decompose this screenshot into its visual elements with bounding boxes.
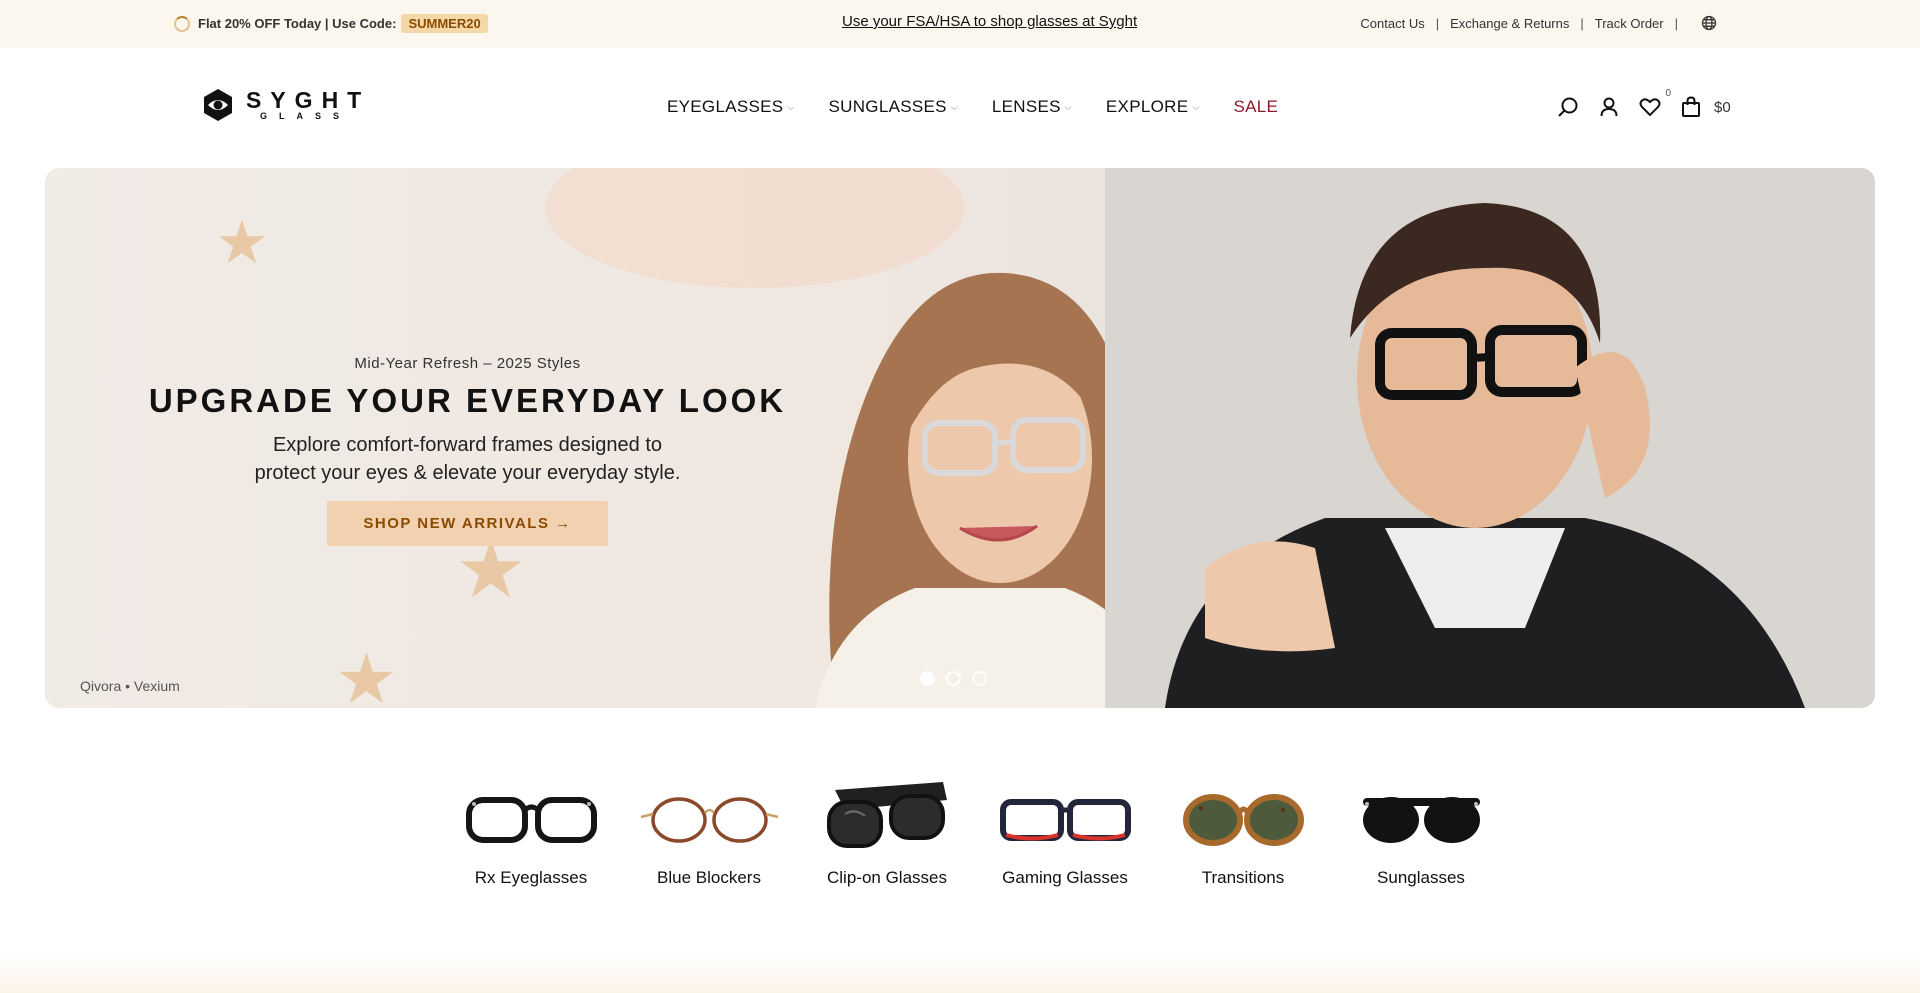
category-row: Rx Eyeglasses Blue Blockers Clip-on Glas… (442, 780, 1510, 888)
category-gaming-glasses[interactable]: Gaming Glasses (976, 780, 1154, 888)
nav-label: LENSES (991, 97, 1061, 116)
nav-sunglasses[interactable]: SUNGLASSES ⌵ (829, 97, 958, 117)
category-blue-blockers[interactable]: Blue Blockers (620, 780, 798, 888)
nav-label: EYEGLASSES (667, 97, 784, 116)
hero-description: Explore comfort-forward frames designed … (45, 431, 890, 487)
category-label: Sunglasses (1377, 868, 1465, 887)
account-icon[interactable] (1597, 95, 1621, 119)
gaming-glasses-icon (999, 799, 1131, 841)
site-header: SYGHT GLASS EYEGLASSES ⌵ SUNGLASSES ⌵ LE… (0, 48, 1920, 168)
separator: | (1674, 15, 1678, 31)
nav-label: SALE (1233, 97, 1279, 116)
category-label: Clip-on Glasses (827, 868, 947, 887)
nav-label: EXPLORE (1105, 97, 1189, 116)
logo-word: SYGHT (246, 86, 371, 113)
track-order-link[interactable]: Track Order (1595, 16, 1664, 31)
carousel-dot-2[interactable] (946, 671, 961, 686)
header-actions: 0 $0 (1556, 88, 1731, 119)
announcement-bar: Flat 20% OFF Today | Use Code: SUMMER20 … (0, 0, 1920, 48)
brand-logo[interactable]: SYGHT GLASS (200, 87, 370, 123)
hero-copy: Mid-Year Refresh – 2025 Styles UPGRADE Y… (45, 355, 890, 546)
hero-eyebrow: Mid-Year Refresh – 2025 Styles (354, 355, 581, 372)
chevron-down-icon: ⌵ (787, 101, 795, 112)
logo-mark-icon (204, 89, 232, 121)
category-label: Blue Blockers (657, 868, 761, 887)
rx-eyeglasses-icon (465, 797, 597, 843)
star-decoration-icon: ★ (215, 209, 269, 276)
carousel-dots (920, 671, 998, 686)
chevron-down-icon: ⌵ (1064, 101, 1072, 112)
transitions-icon (1182, 794, 1304, 846)
category-sunglasses[interactable]: Sunglasses (1332, 780, 1510, 888)
nav-sale[interactable]: SALE (1233, 97, 1278, 117)
wishlist-count: 0 (1665, 88, 1671, 99)
carousel-dot-1[interactable] (920, 671, 935, 686)
clip-on-glasses-icon (826, 782, 947, 848)
carousel-dot-3[interactable] (972, 671, 987, 686)
nav-lenses[interactable]: LENSES ⌵ (992, 97, 1072, 117)
loading-icon (174, 15, 190, 32)
hero-description-line: Explore comfort-forward frames designed … (272, 434, 663, 456)
star-decoration-icon: ★ (335, 640, 398, 708)
separator: | (1435, 15, 1440, 31)
promo-banner: Flat 20% OFF Today | Use Code: SUMMER20 (174, 14, 488, 33)
category-label: Gaming Glasses (1002, 868, 1128, 887)
main-nav: EYEGLASSES ⌵ SUNGLASSES ⌵ LENSES ⌵ EXPLO… (667, 97, 1278, 117)
promo-code-badge[interactable]: SUMMER20 (401, 14, 488, 33)
cart-icon[interactable] (1679, 95, 1703, 119)
contact-us-link[interactable]: Contact Us (1360, 16, 1424, 31)
logo-text: SYGHT GLASS (246, 86, 371, 122)
nav-explore[interactable]: EXPLORE ⌵ (1106, 97, 1200, 117)
next-section-preview (0, 956, 1920, 993)
wishlist-button[interactable]: 0 (1638, 88, 1671, 119)
hero-model-man-image (1105, 168, 1875, 708)
logo-subword: GLASS (260, 110, 352, 121)
heart-icon (1639, 98, 1661, 117)
category-rx-eyeglasses[interactable]: Rx Eyeglasses (442, 780, 620, 888)
category-label: Transitions (1201, 868, 1285, 887)
exchange-returns-link[interactable]: Exchange & Returns (1450, 16, 1569, 31)
cart-total[interactable]: $0 (1714, 99, 1731, 116)
promo-text: Flat 20% OFF Today | Use Code: (198, 16, 397, 31)
category-transitions[interactable]: Transitions (1154, 780, 1332, 888)
category-clip-on-glasses[interactable]: Clip-on Glasses (798, 780, 976, 888)
utility-links: Contact Us | Exchange & Returns | Track … (1360, 15, 1717, 31)
chevron-down-icon: ⌵ (950, 101, 958, 112)
search-icon[interactable] (1556, 95, 1580, 119)
chevron-down-icon: ⌵ (1192, 101, 1200, 112)
category-label: Rx Eyeglasses (474, 868, 588, 887)
nav-label: SUNGLASSES (828, 97, 947, 116)
blue-blockers-icon (640, 797, 778, 843)
hero-description-line: protect your eyes & elevate your everyda… (254, 462, 681, 484)
sunglasses-icon (1362, 797, 1480, 843)
shop-new-arrivals-button[interactable]: SHOP NEW ARRIVALS → (327, 501, 608, 546)
hero-banner[interactable]: ★ ★ ★ ★ Mid-Year Refresh – 2025 Styles U… (45, 168, 1875, 708)
globe-icon[interactable] (1701, 15, 1717, 31)
nav-eyeglasses[interactable]: EYEGLASSES ⌵ (667, 97, 795, 117)
hero-model-credit: Qivora • Vexium (80, 678, 180, 694)
hero-title: UPGRADE YOUR EVERYDAY LOOK (148, 382, 787, 419)
fsa-hsa-link[interactable]: Use your FSA/HSA to shop glasses at Sygh… (842, 13, 1137, 30)
separator: | (1580, 15, 1584, 31)
